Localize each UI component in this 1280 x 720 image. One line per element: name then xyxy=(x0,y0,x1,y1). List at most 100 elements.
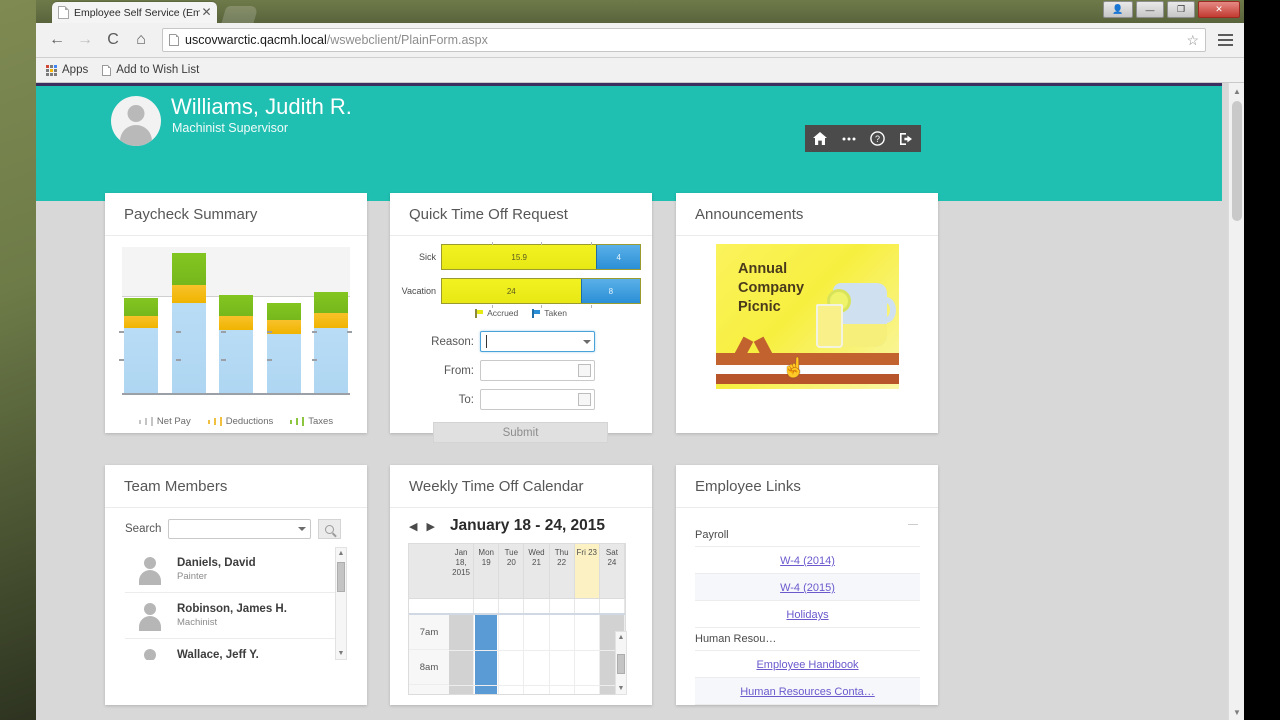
scrollbar-thumb[interactable] xyxy=(1232,101,1242,221)
calendar-event[interactable] xyxy=(475,615,498,694)
calendar-prev-icon[interactable]: ◀ xyxy=(409,520,417,533)
scroll-down-icon[interactable]: ▼ xyxy=(336,648,346,659)
chart-segment-deductions xyxy=(171,285,206,303)
scroll-up-icon[interactable]: ▲ xyxy=(616,632,626,643)
browser-menu-icon[interactable] xyxy=(1214,34,1236,46)
bar-chart-icon xyxy=(290,417,305,426)
link-holidays[interactable]: Holidays xyxy=(786,609,828,621)
avatar[interactable] xyxy=(111,96,161,146)
scroll-down-icon[interactable]: ▼ xyxy=(1229,704,1244,720)
reason-dropdown[interactable] xyxy=(480,331,595,352)
bookmark-add-to-wish-list[interactable]: Add to Wish List xyxy=(102,64,199,76)
calendar-column-tue[interactable] xyxy=(499,615,525,694)
home-icon[interactable]: ⌂ xyxy=(128,27,154,53)
new-tab-button[interactable] xyxy=(221,6,259,23)
link-group-payroll[interactable]: Payroll xyxy=(695,524,920,547)
link-row[interactable]: Holidays xyxy=(695,601,920,628)
all-day-cell[interactable] xyxy=(600,599,625,613)
page-scrollbar[interactable]: ▲ ▼ xyxy=(1228,83,1244,720)
chart-bar xyxy=(124,298,158,393)
calendar-column-wed[interactable] xyxy=(524,615,550,694)
scroll-up-icon[interactable]: ▲ xyxy=(1229,83,1244,99)
browser-window: Employee Self Service (Em ✕ 👤 — ❐ ✕ ← → … xyxy=(36,0,1244,720)
calendar-icon[interactable] xyxy=(578,393,591,406)
chart-segment-deductions xyxy=(314,313,348,328)
announcement-image[interactable]: Annual Company Picnic ☝ xyxy=(716,244,899,389)
list-item[interactable]: Robinson, James H. Machinist xyxy=(125,593,347,639)
header-top-accent xyxy=(36,83,1222,86)
svg-text:?: ? xyxy=(875,134,880,144)
scrollbar-thumb[interactable] xyxy=(617,654,625,674)
all-day-cell[interactable] xyxy=(499,599,525,613)
link-human-resources-contacts[interactable]: Human Resources Conta… xyxy=(740,686,875,698)
to-date-field[interactable] xyxy=(480,389,595,410)
link-row[interactable]: W-4 (2015) xyxy=(695,574,920,601)
calendar-next-icon[interactable]: ▶ xyxy=(426,520,434,533)
all-day-cell[interactable] xyxy=(449,599,475,613)
browser-user-button[interactable]: 👤 xyxy=(1103,1,1133,18)
back-icon[interactable]: ← xyxy=(44,27,70,53)
apps-grid-icon xyxy=(46,64,57,76)
browser-tab[interactable]: Employee Self Service (Em ✕ xyxy=(52,2,217,23)
chevron-down-icon[interactable] xyxy=(583,339,591,344)
calendar-day-header-wed[interactable]: Wed 21 xyxy=(524,544,550,598)
all-day-cell[interactable] xyxy=(524,599,550,613)
scroll-up-icon[interactable]: ▲ xyxy=(336,548,346,559)
team-member-list[interactable]: Daniels, David Painter Robinson, James H… xyxy=(125,547,347,660)
chevron-down-icon[interactable] xyxy=(298,527,307,531)
from-date-field[interactable] xyxy=(480,360,595,381)
bookmark-apps[interactable]: Apps xyxy=(46,64,88,76)
list-item[interactable]: Daniels, David Painter xyxy=(125,547,347,593)
window-minimize-button[interactable]: — xyxy=(1136,1,1164,18)
logout-icon[interactable] xyxy=(892,125,921,152)
calendar-column-fri[interactable] xyxy=(575,615,600,694)
calendar-event-area[interactable] xyxy=(449,615,625,694)
address-bar[interactable]: uscovwarctic.qacmh.local/wswebclient/Pla… xyxy=(162,28,1206,52)
member-info: Daniels, David Painter xyxy=(177,557,256,582)
calendar-scrollbar[interactable]: ▲ ▼ xyxy=(615,631,627,695)
all-day-cell[interactable] xyxy=(575,599,600,613)
chart-axis xyxy=(122,393,350,395)
calendar-column-mon[interactable] xyxy=(474,615,500,694)
link-employee-handbook[interactable]: Employee Handbook xyxy=(756,659,858,671)
links-list: Payroll W-4 (2014) W-4 (2015) Holidays H… xyxy=(695,524,920,705)
collapse-handle[interactable] xyxy=(908,524,918,525)
search-input[interactable] xyxy=(168,519,312,539)
tab-close-icon[interactable]: ✕ xyxy=(200,6,213,19)
all-day-cell[interactable] xyxy=(474,599,500,613)
more-icon[interactable] xyxy=(834,125,863,152)
calendar-day-header-mon[interactable]: Mon 19 xyxy=(474,544,500,598)
list-item[interactable]: Wallace, Jeff Y. Painter xyxy=(125,639,347,660)
calendar-day-header-thu[interactable]: Thu 22 xyxy=(550,544,575,598)
calendar-day-header-sat[interactable]: Sat 24 xyxy=(600,544,625,598)
forward-icon[interactable]: → xyxy=(72,27,98,53)
link-row[interactable]: W-4 (2014) xyxy=(695,547,920,574)
card-paycheck-summary: Paycheck Summary Net Pay Deductions Taxe… xyxy=(105,193,367,433)
scrollbar-thumb[interactable] xyxy=(337,562,345,592)
link-row[interactable]: Human Resources Conta… xyxy=(695,678,920,705)
submit-button[interactable]: Submit xyxy=(433,422,608,443)
calendar-day-header-tue[interactable]: Tue 20 xyxy=(499,544,525,598)
home-icon[interactable] xyxy=(805,125,834,152)
card-title: Paycheck Summary xyxy=(124,205,258,223)
bookmark-star-icon[interactable]: ☆ xyxy=(1186,32,1199,49)
search-button[interactable] xyxy=(318,519,342,539)
calendar-day-header-fri[interactable]: Fri 23 xyxy=(574,544,600,598)
link-group-human-resources[interactable]: Human Resou… xyxy=(695,628,920,651)
scroll-down-icon[interactable]: ▼ xyxy=(616,683,626,694)
calendar-day-header-sun[interactable]: Jan 18, 2015 xyxy=(449,544,475,598)
all-day-cell[interactable] xyxy=(550,599,575,613)
window-close-button[interactable]: ✕ xyxy=(1198,1,1240,18)
link-w4-2014[interactable]: W-4 (2014) xyxy=(780,555,835,567)
reload-icon[interactable]: C xyxy=(100,27,126,53)
calendar-column-sun[interactable] xyxy=(449,615,475,694)
table-gap xyxy=(716,365,899,374)
help-icon[interactable]: ? xyxy=(863,125,892,152)
window-maximize-button[interactable]: ❐ xyxy=(1167,1,1195,18)
team-list-scrollbar[interactable]: ▲ ▼ xyxy=(335,547,347,660)
link-row[interactable]: Employee Handbook xyxy=(695,651,920,678)
calendar-column-thu[interactable] xyxy=(550,615,575,694)
calendar-all-day-row[interactable] xyxy=(409,598,625,615)
link-w4-2015[interactable]: W-4 (2015) xyxy=(780,582,835,594)
calendar-icon[interactable] xyxy=(578,364,591,377)
